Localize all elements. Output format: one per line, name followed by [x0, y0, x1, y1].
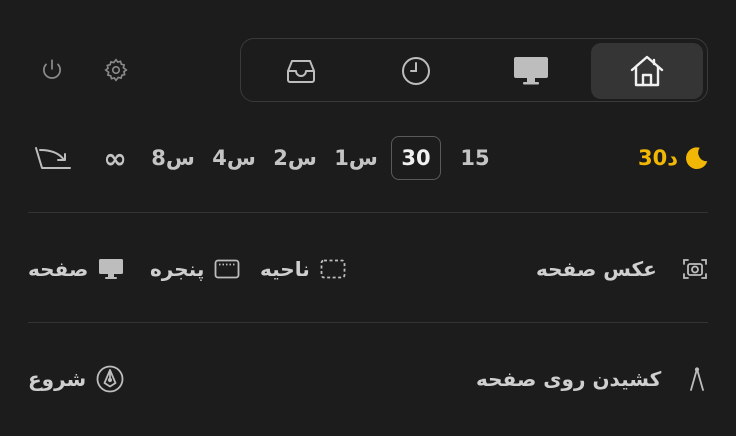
inbox-tray-icon	[287, 60, 315, 83]
start-label: شروع	[28, 367, 87, 391]
region-label: ناحیه	[260, 257, 310, 281]
duration-label: 1س	[334, 146, 378, 170]
compass-pen-icon	[690, 367, 704, 391]
duration-8h[interactable]: 8س	[150, 136, 196, 180]
mode-clock-button[interactable]	[360, 43, 472, 99]
capture-screen-option[interactable]: صفحه	[28, 254, 124, 284]
power-button[interactable]	[36, 54, 68, 86]
duration-15[interactable]: 15	[455, 136, 495, 180]
screenshot-button[interactable]: عکس صفحه	[536, 254, 708, 284]
start-draw-button[interactable]: شروع	[28, 364, 124, 394]
capture-region-option[interactable]: ناحیه	[260, 254, 346, 284]
duration-1h[interactable]: 1س	[333, 136, 379, 180]
screen-lower-icon	[35, 147, 71, 169]
duration-label: 15	[460, 146, 490, 170]
duration-infinite[interactable]: ∞	[96, 136, 134, 180]
duration-label: 8س	[151, 146, 195, 170]
divider	[28, 322, 708, 323]
region-select-icon	[320, 259, 346, 279]
sleep-timer-status[interactable]: 30د	[638, 142, 710, 174]
mode-inbox-button[interactable]	[245, 43, 357, 99]
settings-button[interactable]	[100, 54, 132, 86]
duration-label: 4س	[212, 146, 256, 170]
divider	[28, 212, 708, 213]
clock-icon	[402, 57, 430, 85]
mode-monitor-button[interactable]	[475, 43, 587, 99]
window-icon	[214, 259, 240, 279]
duration-label: 2س	[273, 146, 317, 170]
duration-label: 30	[401, 146, 431, 170]
draw-on-screen-option[interactable]: کشیدن روی صفحه	[476, 364, 708, 394]
mode-home-button[interactable]	[591, 43, 703, 99]
lower-screen-button[interactable]	[30, 142, 74, 174]
pen-nib-icon	[96, 365, 124, 393]
moon-icon	[686, 147, 708, 169]
monitor-icon	[514, 57, 548, 85]
capture-window-option[interactable]: پنجره	[150, 254, 240, 284]
duration-2h[interactable]: 2س	[272, 136, 318, 180]
mode-selector	[240, 38, 708, 102]
duration-label: ∞	[103, 141, 127, 175]
screen-label: صفحه	[28, 257, 89, 281]
window-label: پنجره	[150, 257, 205, 281]
sleep-timer-label: 30د	[638, 146, 679, 170]
gear-icon	[104, 58, 128, 82]
duration-4h[interactable]: 4س	[211, 136, 257, 180]
camera-icon	[683, 259, 707, 279]
screenshot-label: عکس صفحه	[536, 257, 657, 281]
duration-30-selected[interactable]: 30	[391, 136, 441, 180]
power-icon	[43, 59, 61, 79]
draw-label: کشیدن روی صفحه	[476, 367, 662, 391]
monitor-icon	[99, 259, 124, 279]
home-icon	[630, 55, 664, 87]
